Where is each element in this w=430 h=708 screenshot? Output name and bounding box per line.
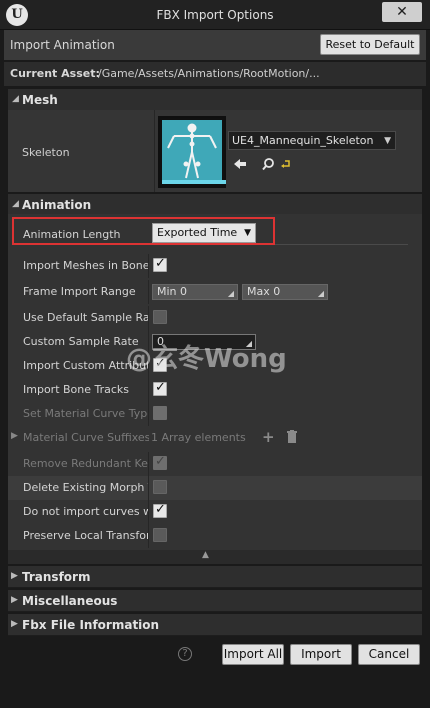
frame-range-label: Frame Import Range: [23, 285, 136, 298]
chevron-down-icon: ▼: [384, 136, 391, 146]
import-all-button[interactable]: Import All: [222, 644, 284, 665]
use-default-rate-row: Use Default Sample Rate: [8, 306, 422, 330]
animation-section-header[interactable]: ◢ Animation: [8, 194, 422, 216]
check-icon: ✓: [155, 256, 166, 271]
highlight-annotation: [12, 217, 275, 245]
mesh-section-header[interactable]: ◢ Mesh: [8, 89, 422, 111]
advanced-expander[interactable]: ▲: [8, 550, 422, 564]
transform-section-title: Transform: [22, 570, 91, 584]
skeleton-thumbnail[interactable]: [158, 116, 226, 188]
current-asset-bar: Current Asset: /Game/Assets/Animations/R…: [4, 62, 426, 86]
import-animation-label: Import Animation: [10, 38, 115, 52]
reset-to-default-button[interactable]: Reset to Default: [320, 34, 420, 55]
range-max-field[interactable]: Max 0 ◢: [242, 284, 328, 300]
import-header-bar: Import Animation Reset to Default: [4, 30, 426, 60]
do-not-import-curves-checkbox[interactable]: ✓: [153, 502, 167, 518]
collapsed-arrow-icon[interactable]: ▶: [11, 431, 18, 441]
window-title: FBX Import Options: [156, 8, 274, 22]
delete-morph-label: Delete Existing Morph Ta: [23, 481, 149, 494]
expanded-arrow-icon: ◢: [12, 199, 19, 209]
import-meshes-label: Import Meshes in Bone H: [23, 259, 149, 272]
do-not-import-curves-row: Do not import curves wit ✓: [8, 500, 422, 524]
skeleton-label: Skeleton: [22, 146, 70, 159]
skeleton-preview-image: [162, 120, 226, 184]
import-bone-tracks-checkbox[interactable]: ✓: [153, 380, 167, 396]
misc-section-title: Miscellaneous: [22, 594, 118, 608]
use-default-rate-checkbox[interactable]: [153, 310, 167, 324]
mesh-section-title: Mesh: [22, 93, 58, 107]
range-max-label: Max: [247, 285, 270, 298]
preserve-local-row: Preserve Local Transforr: [8, 524, 422, 548]
add-element-icon[interactable]: +: [262, 428, 275, 446]
delete-morph-checkbox[interactable]: [153, 480, 167, 494]
import-meshes-row: Import Meshes in Bone H ✓: [8, 254, 422, 278]
misc-section-header[interactable]: ▶ Miscellaneous: [8, 590, 422, 612]
animation-section-title: Animation: [22, 198, 92, 212]
chevron-up-icon: ▲: [202, 550, 209, 560]
cancel-button[interactable]: Cancel: [358, 644, 420, 665]
check-icon: ✓: [155, 454, 166, 469]
skeleton-figure-icon: [167, 123, 217, 179]
range-min-field[interactable]: Min 0 ◢: [152, 284, 238, 300]
fbx-info-section-header[interactable]: ▶ Fbx File Information: [8, 614, 422, 636]
set-material-curve-label: Set Material Curve Type: [23, 407, 149, 420]
import-meshes-checkbox[interactable]: ✓: [153, 256, 167, 272]
delete-morph-row: Delete Existing Morph Ta: [8, 476, 422, 500]
mesh-section-body: Skeleton UE4_Mannequin_Skeleton ▼: [8, 110, 422, 192]
set-material-curve-checkbox: [153, 406, 167, 420]
skeleton-dropdown-value: UE4_Mannequin_Skeleton: [232, 134, 374, 147]
use-selected-arrow-icon[interactable]: [234, 159, 246, 169]
material-suffixes-row: ▶ Material Curve Suffixes 1 Array elemen…: [8, 426, 422, 450]
collapsed-arrow-icon: ▶: [11, 571, 18, 581]
material-suffixes-label: Material Curve Suffixes: [23, 431, 149, 444]
trash-icon[interactable]: [286, 430, 298, 444]
drag-handle-icon: ◢: [227, 289, 234, 298]
current-asset-label: Current Asset:: [10, 67, 100, 80]
reset-arrow-icon[interactable]: [281, 160, 290, 168]
preserve-local-checkbox[interactable]: [153, 528, 167, 542]
fbx-info-section-title: Fbx File Information: [22, 618, 160, 632]
watermark-text: @玄冬Wong: [126, 344, 287, 374]
transform-section-header[interactable]: ▶ Transform: [8, 566, 422, 588]
check-icon: ✓: [155, 502, 166, 517]
set-material-curve-row: Set Material Curve Type: [8, 402, 422, 426]
close-button[interactable]: ✕: [382, 2, 422, 22]
browse-search-icon[interactable]: [262, 158, 274, 171]
frame-range-row: Frame Import Range Min 0 ◢ Max 0 ◢: [8, 280, 422, 304]
row-separator: [268, 244, 408, 245]
current-asset-path: /Game/Assets/Animations/RootMotion/...: [98, 67, 320, 80]
remove-redundant-label: Remove Redundant Keys: [23, 457, 149, 470]
animation-section-body: Animation Length Exported Time ▼ Import …: [8, 214, 422, 550]
remove-redundant-checkbox: ✓: [153, 454, 167, 470]
column-divider: [154, 110, 155, 192]
preserve-local-label: Preserve Local Transforr: [23, 529, 149, 542]
import-bone-tracks-row: Import Bone Tracks ✓: [8, 378, 422, 402]
help-icon[interactable]: ?: [178, 647, 192, 661]
skeleton-dropdown[interactable]: UE4_Mannequin_Skeleton ▼: [228, 131, 396, 150]
do-not-import-curves-label: Do not import curves wit: [23, 505, 149, 518]
asset-action-icons: [232, 157, 292, 171]
range-max-value: 0: [273, 285, 281, 298]
drag-handle-icon: ◢: [317, 289, 324, 298]
import-button[interactable]: Import: [290, 644, 352, 665]
check-icon: ✓: [155, 380, 166, 395]
collapsed-arrow-icon: ▶: [11, 595, 18, 605]
range-min-label: Min: [157, 285, 177, 298]
use-default-rate-label: Use Default Sample Rate: [23, 311, 149, 324]
import-bone-tracks-label: Import Bone Tracks: [23, 383, 130, 396]
collapsed-arrow-icon: ▶: [11, 619, 18, 629]
thumbnail-color-bar: [162, 180, 226, 184]
array-count-text: 1 Array elements: [151, 431, 246, 444]
expanded-arrow-icon: ◢: [12, 94, 19, 104]
remove-redundant-row: Remove Redundant Keys ✓: [8, 452, 422, 476]
range-min-value: 0: [180, 285, 188, 298]
